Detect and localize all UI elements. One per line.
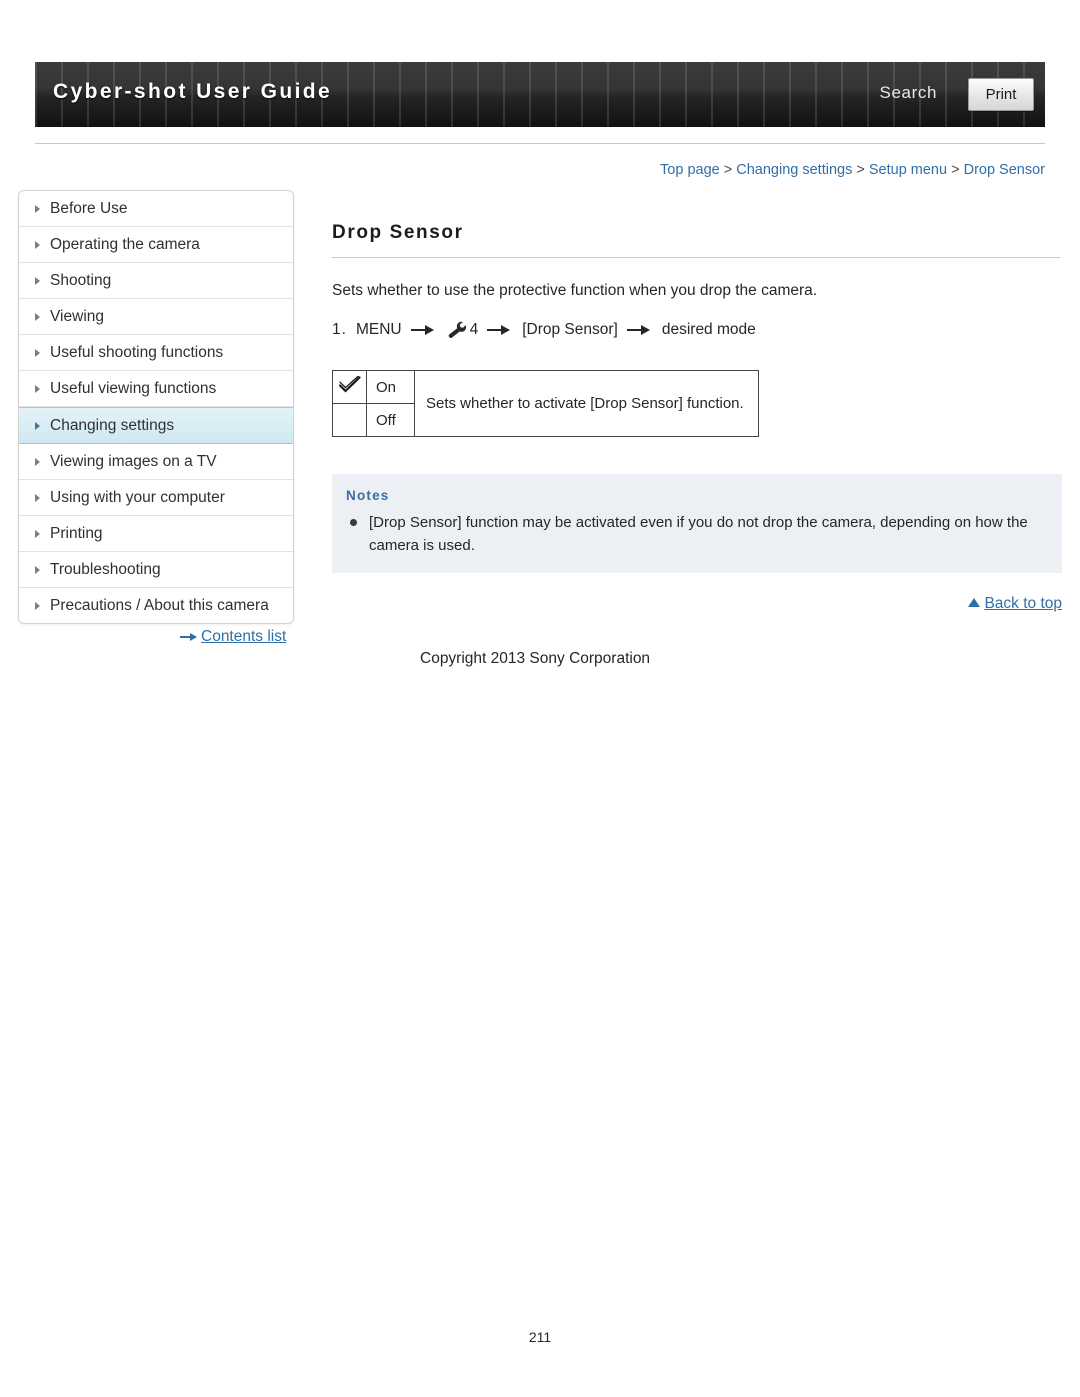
page-logo-title: Cyber-shot User Guide [53,80,333,103]
table-row: On Sets whether to activate [Drop Sensor… [332,370,759,437]
sidebar-item-operating-the-camera[interactable]: Operating the camera [19,227,293,263]
bullet-arrow-icon [35,348,40,357]
sidebar-item-viewing-images-on-a-tv[interactable]: Viewing images on a TV [19,444,293,480]
sidebar-item-before-use[interactable]: Before Use [19,191,293,227]
sidebar-item-printing[interactable]: Printing [19,516,293,552]
sidebar-item-label: Viewing [50,308,105,325]
print-button[interactable]: Print [968,78,1034,111]
step-number: 1. [332,321,347,338]
bullet-arrow-icon [35,312,40,321]
breadcrumb-item-changing-settings[interactable]: Changing settings [736,162,852,178]
bullet-arrow-icon [35,276,40,285]
step-instruction: 1. MENU 4 [Drop Sensor] desired mode [332,320,1062,340]
sidebar-nav: Before Use Operating the camera Shooting… [18,190,294,624]
sidebar-item-useful-viewing-functions[interactable]: Useful viewing functions [19,371,293,407]
option-table: On Sets whether to activate [Drop Sensor… [332,370,759,437]
contents-list-label: Contents list [201,628,287,645]
menu-label: MENU [355,321,402,338]
notes-item: [Drop Sensor] function may be activated … [332,512,1062,557]
arrow-right-icon [487,324,513,336]
sidebar-item-label: Using with your computer [50,489,225,506]
sidebar-item-label: Viewing images on a TV [50,453,217,470]
breadcrumb-item-drop-sensor[interactable]: Drop Sensor [964,162,1045,178]
option-description: Sets whether to activate [Drop Sensor] f… [414,370,759,437]
sidebar-item-troubleshooting[interactable]: Troubleshooting [19,552,293,588]
bullet-arrow-icon [35,240,40,249]
main-content: Drop Sensor Sets whether to use the prot… [332,222,1062,477]
bullet-arrow-icon [35,204,40,213]
unselected-check-cell [332,403,367,437]
sidebar-item-label: Useful shooting functions [50,344,224,361]
sidebar-item-label: Shooting [50,272,112,289]
title-divider [332,257,1060,258]
sidebar-item-label: Precautions / About this camera [50,597,269,614]
bullet-arrow-icon [35,421,40,430]
sidebar-item-useful-shooting-functions[interactable]: Useful shooting functions [19,335,293,371]
breadcrumb-separator: > [951,162,960,178]
search-link[interactable]: Search [880,83,937,103]
sidebar-item-label: Troubleshooting [50,561,161,578]
breadcrumb-separator: > [723,162,733,178]
setup-page-number: 4 [469,321,479,338]
sidebar-item-label: Printing [50,525,103,542]
sidebar-item-viewing[interactable]: Viewing [19,299,293,335]
back-to-top-link[interactable]: Back to top [968,595,1062,613]
notes-title: Notes [346,488,390,503]
sidebar-item-shooting[interactable]: Shooting [19,263,293,299]
notes-item-text: [Drop Sensor] function may be activated … [369,514,1028,554]
bullet-arrow-icon [35,457,40,466]
intro-paragraph: Sets whether to use the protective funct… [332,282,818,299]
notes-box: Notes [Drop Sensor] function may be acti… [332,474,1062,573]
page-number: 211 [528,1329,552,1345]
bullet-arrow-icon [35,565,40,574]
bullet-arrow-icon [35,529,40,538]
breadcrumb-separator: > [856,162,865,178]
breadcrumb-item-setup-menu[interactable]: Setup menu [869,162,947,178]
setup-wrench-icon [446,320,468,340]
contents-list-link[interactable]: Contents list [180,628,286,646]
triangle-up-icon [968,598,981,607]
sidebar-item-label: Operating the camera [50,236,200,253]
bullet-arrow-icon [35,493,40,502]
bullet-arrow-icon [35,384,40,393]
arrow-right-icon [410,324,437,336]
back-to-top-label: Back to top [984,595,1062,612]
sidebar-item-label: Before Use [50,200,128,217]
menu-item-drop-sensor: [Drop Sensor] [522,321,618,338]
option-label-on[interactable]: On [366,370,415,404]
option-label-off[interactable]: Off [366,403,415,437]
checkmark-icon [338,376,361,394]
page-title: Drop Sensor [332,222,464,243]
sidebar-item-using-with-your-computer[interactable]: Using with your computer [19,480,293,516]
selected-check-cell [332,370,367,404]
step-tail-text: desired mode [661,321,756,338]
bullet-dot-icon [350,519,357,526]
sidebar-item-changing-settings[interactable]: Changing settings [19,407,293,444]
header-divider [35,143,1045,144]
site-header: Cyber-shot User Guide Search Print [35,62,1045,127]
copyright-text: Copyright 2013 Sony Corporation [420,650,651,667]
sidebar-item-label: Useful viewing functions [50,380,217,397]
breadcrumb: Top page > Changing settings > Setup men… [660,162,1045,178]
arrow-right-icon [626,324,653,336]
breadcrumb-item-top-page[interactable]: Top page [660,162,720,178]
sidebar-item-precautions-about-this-camera[interactable]: Precautions / About this camera [19,588,293,623]
bullet-arrow-icon [35,601,40,610]
sidebar-item-label: Changing settings [50,417,175,434]
